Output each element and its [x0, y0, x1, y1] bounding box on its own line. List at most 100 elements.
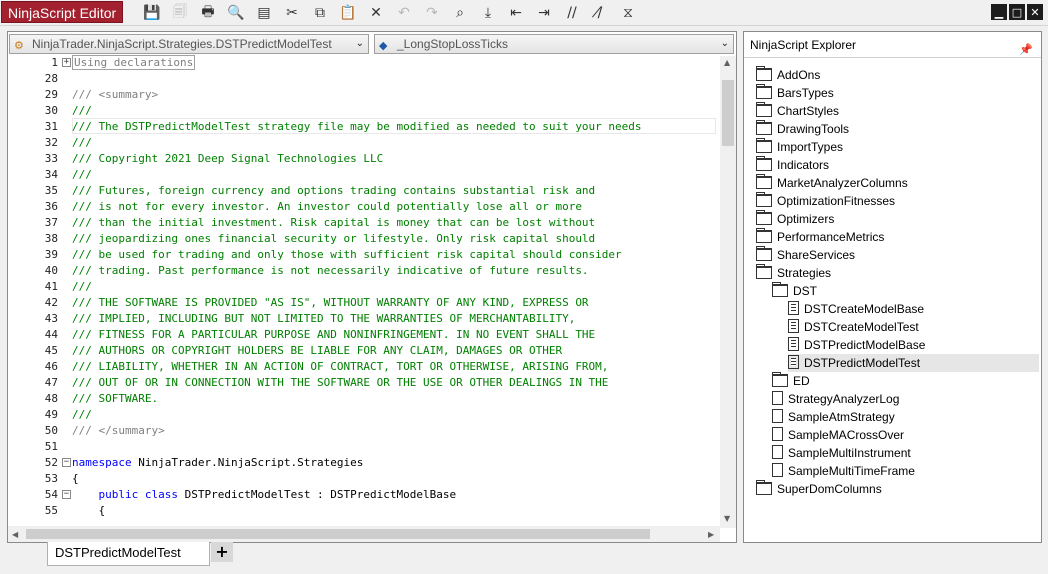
vertical-scroll-thumb[interactable]: [722, 80, 734, 146]
code-line[interactable]: 1 + Using declarations: [8, 55, 716, 71]
tree-item[interactable]: DSTCreateModelBase: [788, 300, 924, 318]
code-line[interactable]: 28: [8, 71, 716, 87]
delete-icon[interactable]: ✕: [366, 3, 386, 23]
pin-icon[interactable]: 📌: [1019, 37, 1033, 63]
code-line[interactable]: 48 /// SOFTWARE.: [8, 391, 716, 407]
code-line[interactable]: 45 /// AUTHORS OR COPYRIGHT HOLDERS BE LI…: [8, 343, 716, 359]
uncomment-icon[interactable]: /̸: [590, 3, 610, 23]
maximize-button[interactable]: □: [1009, 4, 1025, 20]
member-selector[interactable]: ◆ _LongStopLossTicks ⌄: [374, 34, 734, 54]
code-line[interactable]: 49 ///: [8, 407, 716, 423]
save-all-icon[interactable]: 🗐: [170, 3, 190, 23]
tree-item[interactable]: SuperDomColumns: [756, 480, 882, 498]
tree-item[interactable]: PerformanceMetrics: [756, 228, 884, 246]
line-number: 47: [44, 376, 58, 389]
tree-item[interactable]: DrawingTools: [756, 120, 849, 138]
tree-item[interactable]: SampleMACrossOver: [772, 426, 904, 444]
copy-icon[interactable]: ⧉: [310, 3, 330, 23]
scroll-down-icon[interactable]: ▼: [724, 514, 730, 523]
tree-item[interactable]: DSTPredictModelBase: [788, 336, 925, 354]
visual-studio-icon[interactable]: ⧖: [618, 3, 638, 23]
collapse-icon[interactable]: −: [62, 490, 71, 499]
cut-icon[interactable]: ✂: [282, 3, 302, 23]
code-line[interactable]: 39 /// be used for trading and only those…: [8, 247, 716, 263]
redo-icon[interactable]: ↷: [422, 3, 442, 23]
tree-item-label: SuperDomColumns: [777, 482, 882, 496]
save-icon[interactable]: 💾: [142, 3, 162, 23]
code-token: /// Futures, foreign currency and option…: [72, 184, 596, 197]
code-line[interactable]: 36 /// is not for every investor. An inve…: [8, 199, 716, 215]
code-line[interactable]: 51: [8, 439, 716, 455]
tree-item[interactable]: BarsTypes: [756, 84, 834, 102]
tree-item[interactable]: OptimizationFitnesses: [756, 192, 895, 210]
code-editor[interactable]: 1 + Using declarations 28 29 /// <summary> 30 /…: [8, 54, 718, 526]
code-line[interactable]: 29 /// <summary>: [8, 87, 716, 103]
code-line[interactable]: 34 ///: [8, 167, 716, 183]
scroll-up-icon[interactable]: ▲: [724, 58, 730, 67]
code-line[interactable]: 35 /// Futures, foreign currency and opti…: [8, 183, 716, 199]
tree-item[interactable]: AddOns: [756, 66, 820, 84]
undo-icon[interactable]: ↶: [394, 3, 414, 23]
horizontal-scroll-thumb[interactable]: [26, 529, 650, 539]
close-button[interactable]: ✕: [1027, 4, 1043, 20]
tree-item[interactable]: SampleAtmStrategy: [772, 408, 895, 426]
compile-icon[interactable]: ⤓: [478, 3, 498, 23]
code-line[interactable]: 33 /// Copyright 2021 Deep Signal Technol…: [8, 151, 716, 167]
file-icon: [772, 427, 783, 441]
horizontal-scrollbar[interactable]: ◀ ▶: [8, 526, 720, 542]
scroll-right-icon[interactable]: ▶: [708, 530, 714, 539]
tab-dstpredictmodeltest[interactable]: DSTPredictModelTest: [47, 542, 210, 566]
vertical-scrollbar[interactable]: ▲ ▼: [720, 56, 736, 528]
code-line[interactable]: 47 /// OUT OF OR IN CONNECTION WITH THE S…: [8, 375, 716, 391]
tree-item[interactable]: MarketAnalyzerColumns: [756, 174, 908, 192]
comment-icon[interactable]: //: [562, 3, 582, 23]
tree-item[interactable]: DST: [772, 282, 817, 300]
tree-item[interactable]: ImportTypes: [756, 138, 843, 156]
tree-item[interactable]: DSTCreateModelTest: [788, 318, 919, 336]
code-line[interactable]: 37 /// than the initial investment. Risk …: [8, 215, 716, 231]
tree-item[interactable]: Optimizers: [756, 210, 834, 228]
code-line[interactable]: 31 /// The DSTPredictModelTest strategy f…: [8, 119, 716, 135]
tree-item-label: Optimizers: [777, 212, 835, 226]
collapsed-region[interactable]: Using declarations: [72, 55, 196, 70]
tree-item[interactable]: DSTPredictModelTest: [788, 354, 1039, 372]
print-icon[interactable]: 🖶: [198, 3, 218, 23]
code-line[interactable]: 43 /// IMPLIED, INCLUDING BUT NOT LIMITED…: [8, 311, 716, 327]
class-selector[interactable]: ⚙ NinjaTrader.NinjaScript.Strategies.DST…: [9, 34, 369, 54]
tree-item[interactable]: ShareServices: [756, 246, 855, 264]
code-line[interactable]: 40 /// trading. Past performance is not n…: [8, 263, 716, 279]
tree-item[interactable]: StrategyAnalyzerLog: [772, 390, 899, 408]
collapse-icon[interactable]: −: [62, 458, 71, 467]
code-line[interactable]: 53 {: [8, 471, 716, 487]
tree-item[interactable]: ChartStyles: [756, 102, 839, 120]
page-setup-icon[interactable]: ▤: [254, 3, 274, 23]
add-tab-button[interactable]: +: [211, 542, 233, 562]
code-line[interactable]: 30 ///: [8, 103, 716, 119]
expand-icon[interactable]: +: [62, 58, 71, 67]
code-line[interactable]: 54− public class DSTPredictModelTest : D…: [8, 487, 716, 503]
tree-item[interactable]: SampleMultiTimeFrame: [772, 462, 915, 480]
code-line[interactable]: 41 ///: [8, 279, 716, 295]
code-line[interactable]: 42 /// THE SOFTWARE IS PROVIDED "AS IS", …: [8, 295, 716, 311]
code-text: ///: [72, 407, 92, 423]
code-line[interactable]: 38 /// jeopardizing ones financial securi…: [8, 231, 716, 247]
tree-item[interactable]: Indicators: [756, 156, 829, 174]
code-line[interactable]: 55 {: [8, 503, 716, 519]
code-line[interactable]: 52− namespace NinjaTrader.NinjaScript.Str…: [8, 455, 716, 471]
find-icon[interactable]: ⌕: [450, 3, 470, 23]
tree-item[interactable]: SampleMultiInstrument: [772, 444, 911, 462]
paste-icon[interactable]: 📋: [338, 3, 358, 23]
code-line[interactable]: 44 /// FITNESS FOR A PARTICULAR PURPOSE A…: [8, 327, 716, 343]
code-token: /// be used for trading and only those w…: [72, 248, 622, 261]
tree-item[interactable]: Strategies: [756, 264, 831, 282]
print-preview-icon[interactable]: 🔍: [226, 3, 246, 23]
indent-icon[interactable]: ⇥: [534, 3, 554, 23]
outdent-icon[interactable]: ⇤: [506, 3, 526, 23]
line-number: 40: [44, 264, 58, 277]
scroll-left-icon[interactable]: ◀: [12, 530, 18, 539]
code-line[interactable]: 50 /// </summary>: [8, 423, 716, 439]
code-line[interactable]: 32 ///: [8, 135, 716, 151]
tree-item[interactable]: ED: [772, 372, 810, 390]
code-line[interactable]: 46 /// LIABILITY, WHETHER IN AN ACTION OF…: [8, 359, 716, 375]
minimize-button[interactable]: ▁: [991, 4, 1007, 20]
